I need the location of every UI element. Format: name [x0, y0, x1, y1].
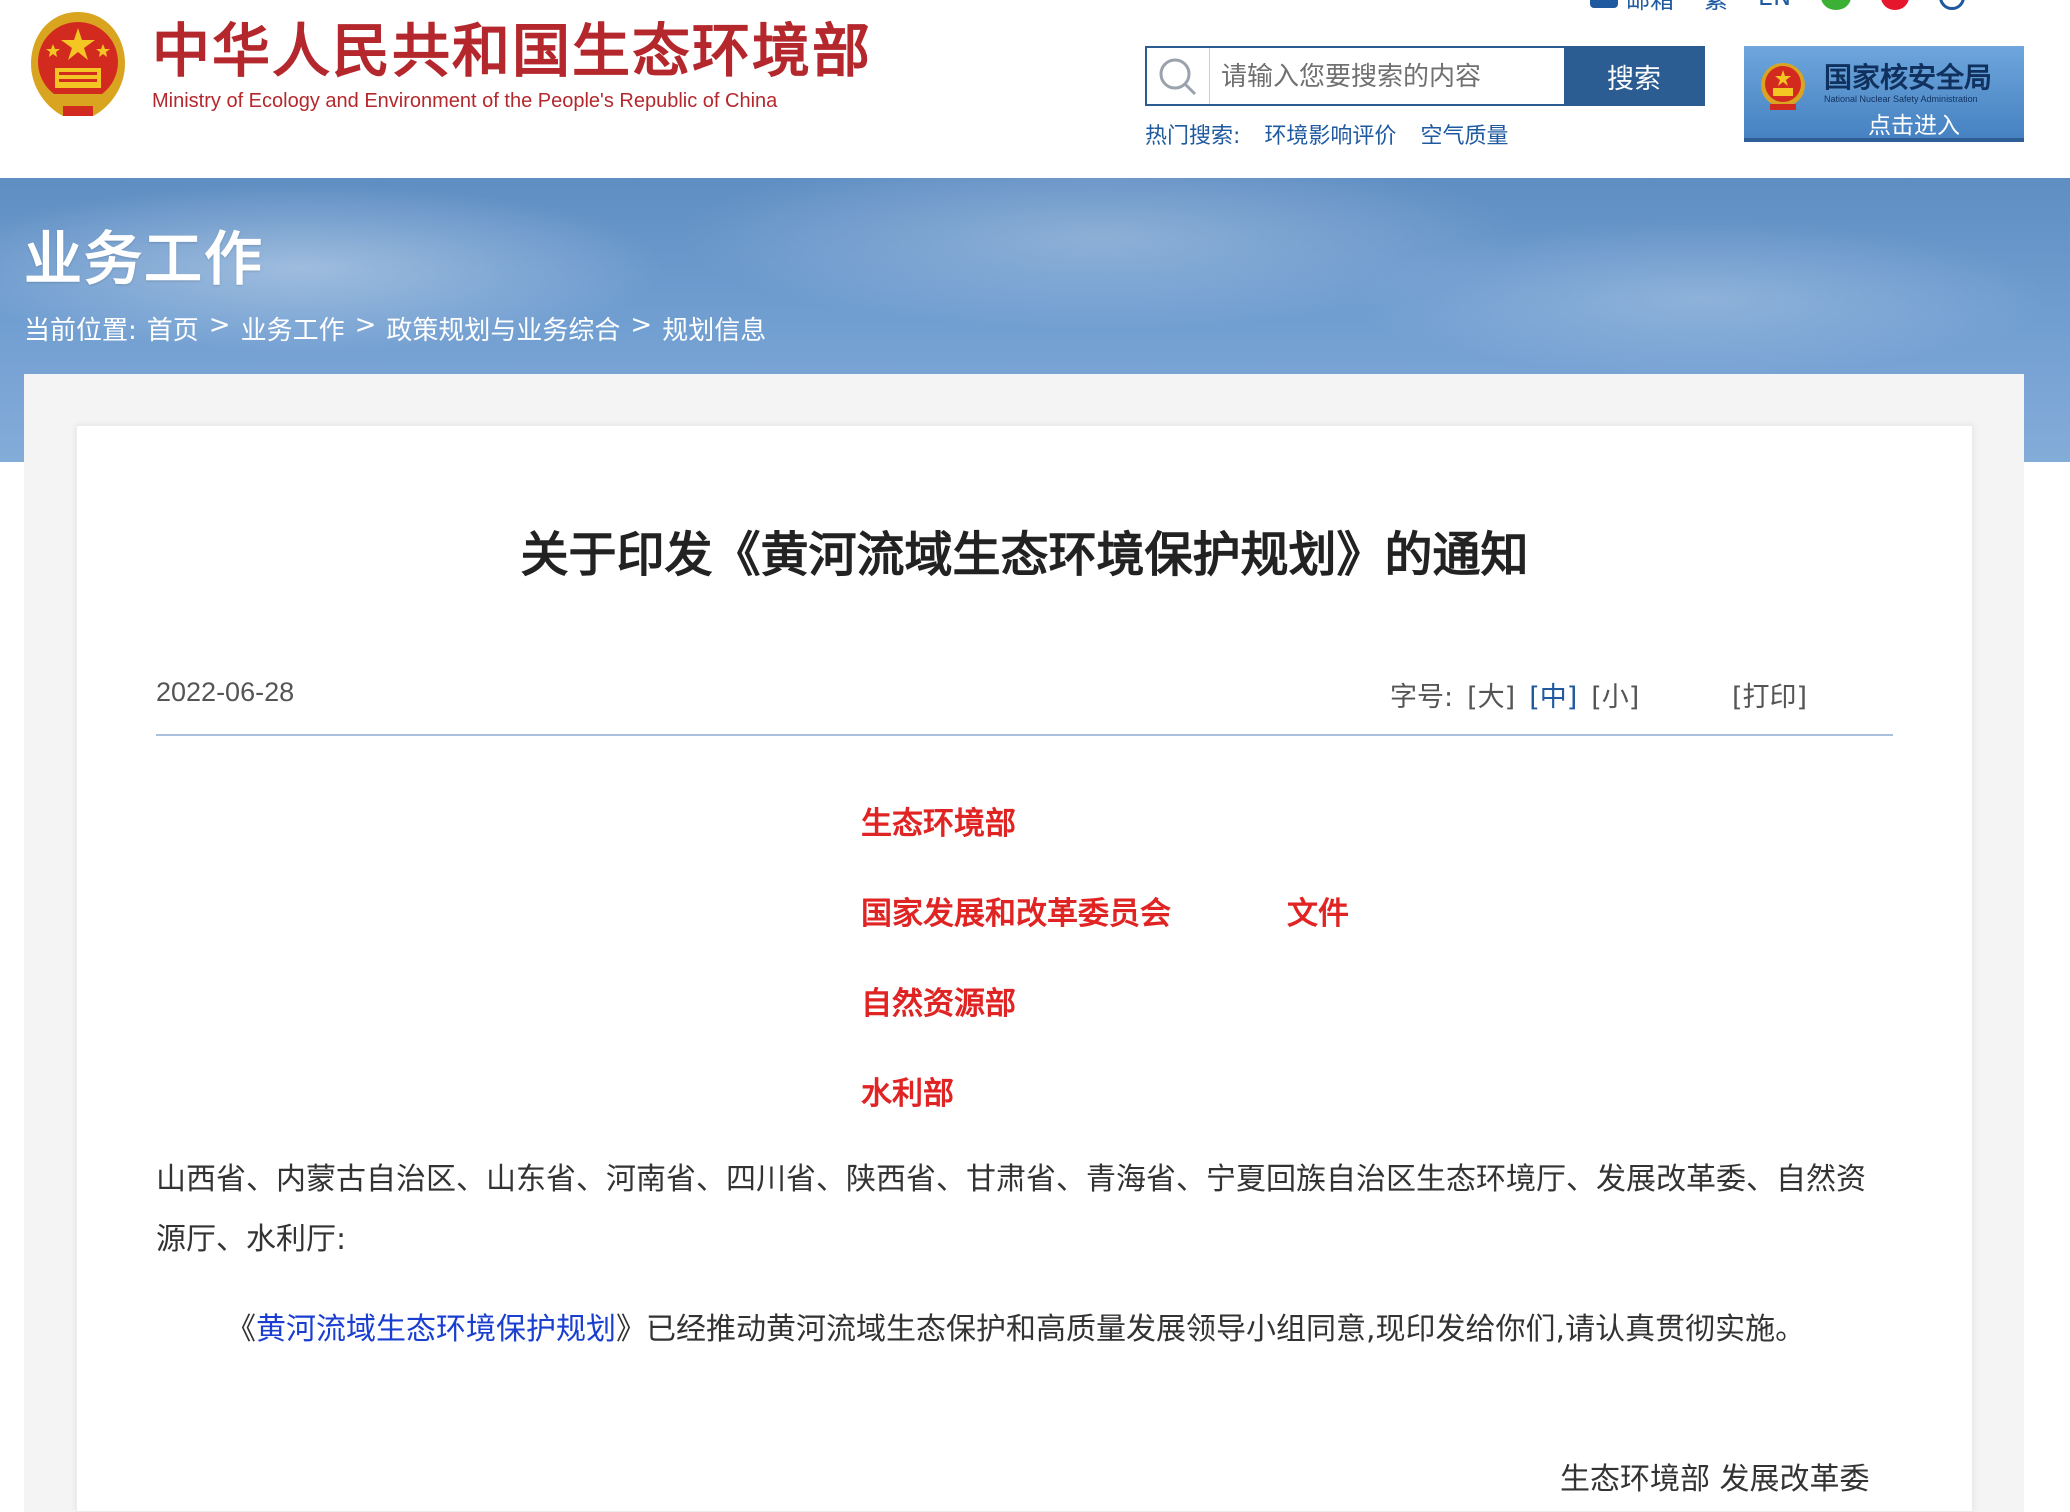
hot-search: 热门搜索: 环境影响评价 空气质量: [1145, 118, 1508, 150]
nnsa-title: 国家核安全局: [1824, 61, 1993, 94]
breadcrumb-item-planning[interactable]: 规划信息: [662, 310, 766, 347]
national-emblem-icon[interactable]: [23, 8, 133, 123]
file-word: 文件: [1287, 896, 1349, 932]
site-header: 中华人民共和国生态环境部 Ministry of Ecology and Env…: [0, 0, 2070, 178]
issuer: 水利部: [861, 1076, 954, 1112]
top-link-mail[interactable]: 邮箱: [1590, 0, 1674, 15]
top-link-english[interactable]: EN: [1758, 0, 1791, 11]
font-size-label: 字号:: [1390, 682, 1454, 713]
publish-date: 2022-06-28: [156, 677, 295, 707]
para-suffix: 》已经推动黄河流域生态保护和高质量发展领导小组同意,现印发给你们,请认真贯彻实施…: [616, 1312, 1806, 1347]
top-link-weibo[interactable]: [1881, 0, 1910, 10]
meta-divider: [156, 734, 1893, 736]
hot-search-term[interactable]: 空气质量: [1420, 118, 1508, 150]
top-link-wechat[interactable]: [1821, 0, 1852, 10]
top-links: 邮箱 繁 EN: [1590, 0, 1966, 15]
breadcrumb: 当前位置: 首页 > 业务工作 > 政策规划与业务综合 > 规划信息: [24, 310, 766, 347]
breadcrumb-separator: >: [208, 310, 231, 340]
site-name-cn[interactable]: 中华人民共和国生态环境部: [152, 18, 872, 84]
magnifier-icon: [1159, 58, 1197, 96]
font-size-controls: 字号: [大] [中] [小]: [1390, 675, 1639, 714]
top-link-traditional[interactable]: 繁: [1704, 0, 1728, 15]
signature: 生态环境部 发展改革委: [1560, 1462, 1870, 1497]
issuer: 自然资源部: [861, 986, 1016, 1022]
breadcrumb-item-business[interactable]: 业务工作: [241, 310, 345, 347]
search-icon: [1939, 0, 1966, 10]
breadcrumb-item-policy[interactable]: 政策规划与业务综合: [386, 310, 620, 347]
top-link-search[interactable]: [1939, 0, 1966, 10]
para-prefix: 《: [226, 1312, 256, 1347]
article-title: 关于印发《黄河流域生态环境保护规划》的通知: [520, 527, 1529, 583]
search-button[interactable]: 搜索: [1564, 46, 1704, 106]
body-paragraph: 《黄河流域生态环境保护规划》已经推动黄河流域生态保护和高质量发展领导小组同意,现…: [156, 1300, 1893, 1360]
weibo-icon: [1881, 0, 1910, 10]
search-icon-wrap: [1147, 48, 1210, 104]
breadcrumb-separator: >: [630, 310, 653, 340]
site-name-en[interactable]: Ministry of Ecology and Environment of t…: [152, 90, 777, 113]
mail-icon: [1590, 0, 1618, 8]
top-link-traditional-label: 繁: [1704, 0, 1728, 15]
section-title: 业务工作: [24, 225, 265, 293]
font-size-large[interactable]: [大]: [1467, 675, 1515, 714]
nnsa-emblem-icon: [1761, 63, 1805, 110]
nnsa-subtitle: National Nuclear Safety Administration: [1824, 94, 1978, 104]
breadcrumb-item-home[interactable]: 首页: [147, 310, 199, 347]
hot-search-term[interactable]: 环境影响评价: [1264, 118, 1396, 150]
nnsa-enter-label: 点击进入: [1868, 113, 1960, 139]
print-link[interactable]: [打印]: [1732, 675, 1807, 714]
issuer: 国家发展和改革委员会: [861, 896, 1171, 932]
wechat-icon: [1821, 0, 1852, 10]
breadcrumb-separator: >: [354, 310, 377, 340]
breadcrumb-label: 当前位置:: [24, 316, 137, 346]
font-size-medium[interactable]: [中]: [1529, 675, 1577, 714]
font-size-small[interactable]: [小]: [1591, 675, 1639, 714]
issuer: 生态环境部: [861, 806, 1016, 842]
plan-document-link[interactable]: 黄河流域生态环境保护规划: [256, 1312, 616, 1347]
top-link-mail-label: 邮箱: [1626, 0, 1674, 15]
hot-search-label: 热门搜索:: [1145, 124, 1241, 149]
nnsa-entry-button[interactable]: 国家核安全局 National Nuclear Safety Administr…: [1744, 46, 2024, 142]
top-link-english-label: EN: [1758, 0, 1791, 11]
recipients: 山西省、内蒙古自治区、山东省、河南省、四川省、陕西省、甘肃省、青海省、宁夏回族自…: [156, 1162, 1866, 1257]
